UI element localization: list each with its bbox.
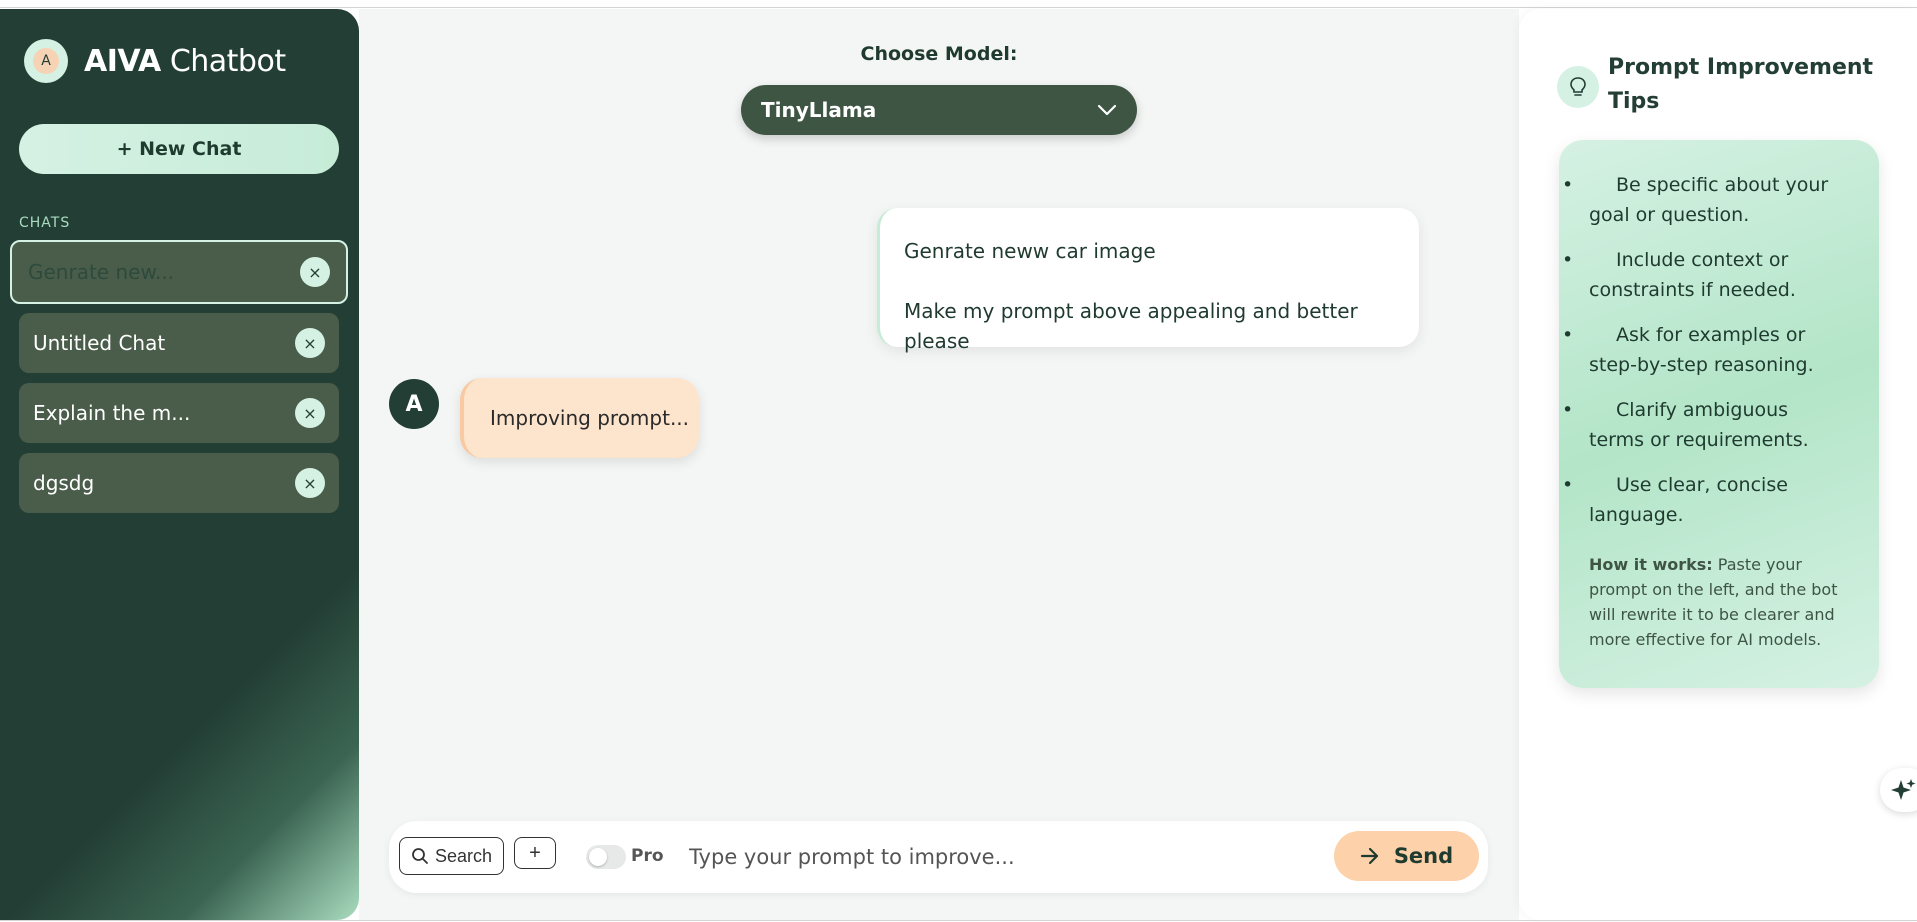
arrow-right-icon <box>1360 847 1378 865</box>
tips-panel: Prompt Improvement Tips Be specific abou… <box>1519 9 1917 920</box>
app-title-rest: Chatbot <box>160 43 286 79</box>
sparkle-fab[interactable] <box>1880 768 1917 812</box>
delete-chat-icon[interactable]: × <box>295 468 325 498</box>
app-title-bold: AIVA <box>84 43 161 79</box>
chat-item-label: Untitled Chat <box>33 331 166 355</box>
brand-avatar-initial: A <box>33 48 59 74</box>
chat-item-label: Explain the m... <box>33 401 191 425</box>
brand: A AIVA Chatbot <box>24 39 286 83</box>
app-window: A AIVA Chatbot + New Chat CHATS Genrate … <box>0 0 1917 922</box>
model-label: Choose Model: <box>860 43 1018 65</box>
search-button-label: Search <box>434 845 493 866</box>
bot-avatar: A <box>389 379 439 429</box>
brand-avatar: A <box>24 39 68 83</box>
attach-plus-button[interactable]: + <box>514 837 556 869</box>
delete-chat-icon[interactable]: × <box>300 257 330 287</box>
tip-item: Use clear, concise language. <box>1562 470 1849 530</box>
toggle-knob <box>589 848 607 866</box>
bot-message: Improving prompt... <box>460 378 699 458</box>
tips-list: Be specific about your goal or question.… <box>1562 170 1849 530</box>
pro-toggle[interactable] <box>586 845 626 869</box>
tip-item: Clarify ambiguous terms or requirements. <box>1562 395 1849 455</box>
send-button[interactable]: Send <box>1334 831 1479 881</box>
chat-item[interactable]: Explain the m... × <box>19 383 339 443</box>
pro-label: Pro <box>631 846 664 866</box>
delete-chat-icon[interactable]: × <box>295 328 325 358</box>
delete-chat-icon[interactable]: × <box>295 398 325 428</box>
chat-item-active[interactable]: Genrate new... × <box>10 240 348 304</box>
user-message: Genrate neww car image Make my prompt ab… <box>877 208 1419 353</box>
top-divider <box>0 7 1917 8</box>
bottom-divider <box>0 920 1917 921</box>
composer: Search + Pro Send <box>389 821 1488 893</box>
search-icon <box>412 848 428 864</box>
model-select[interactable]: TinyLlama <box>741 85 1137 135</box>
new-chat-button[interactable]: + New Chat <box>19 124 339 174</box>
user-message-line: Make my prompt above appealing and bette… <box>904 299 1358 353</box>
how-it-works: How it works: Paste your prompt on the l… <box>1589 552 1849 652</box>
tip-item: Ask for examples or step-by-step reasoni… <box>1562 320 1849 380</box>
tip-item: Be specific about your goal or question. <box>1562 170 1849 230</box>
tips-title: Prompt Improvement Tips <box>1608 55 1874 114</box>
sparkle-icon <box>1891 779 1916 800</box>
app-title: AIVA Chatbot <box>84 44 286 79</box>
how-it-works-label: How it works: <box>1589 555 1713 574</box>
chat-area: Choose Model: TinyLlama Genrate neww car… <box>359 9 1519 920</box>
chat-item[interactable]: Untitled Chat × <box>19 313 339 373</box>
chat-item[interactable]: dgsdg × <box>19 453 339 513</box>
search-button[interactable]: Search <box>399 837 504 875</box>
send-button-label: Send <box>1393 844 1454 868</box>
tips-card: Be specific about your goal or question.… <box>1559 140 1879 688</box>
model-selected-value: TinyLlama <box>761 98 877 122</box>
chats-section-label: CHATS <box>19 215 71 231</box>
chevron-down-icon <box>1097 104 1117 116</box>
chat-item-label: Genrate new... <box>28 260 175 284</box>
lightbulb-icon <box>1557 66 1599 108</box>
tip-item: Include context or constraints if needed… <box>1562 245 1849 305</box>
user-message-line: Genrate neww car image <box>904 239 1156 263</box>
chat-item-label: dgsdg <box>33 471 95 495</box>
sidebar: A AIVA Chatbot + New Chat CHATS Genrate … <box>0 9 359 920</box>
prompt-input[interactable] <box>689 839 1309 875</box>
